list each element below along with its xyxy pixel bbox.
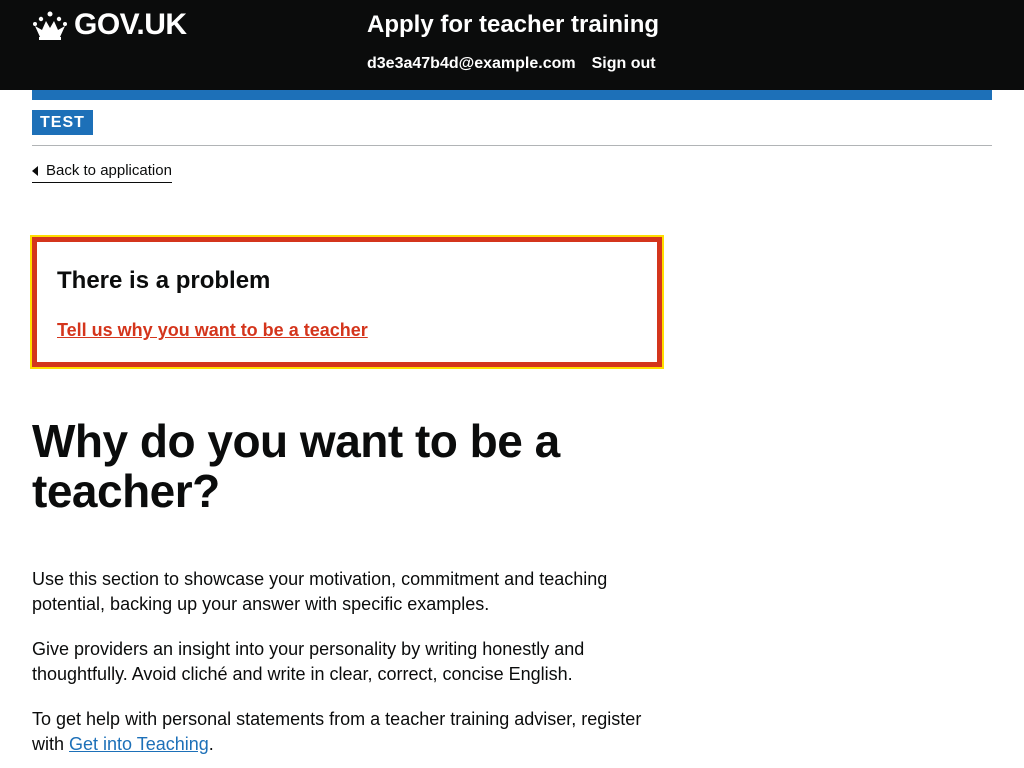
site-header: GOV.UK Apply for teacher training d3e3a4…	[0, 0, 1024, 90]
sign-out-link[interactable]: Sign out	[592, 52, 656, 76]
crown-icon	[33, 11, 67, 40]
error-link-why-teacher[interactable]: Tell us why you want to be a teacher	[57, 318, 368, 342]
logo-text: GOV.UK	[74, 8, 187, 41]
guidance-paragraph-3: To get help with personal statements fro…	[32, 707, 672, 757]
service-name[interactable]: Apply for teacher training	[367, 10, 659, 40]
header-nav: d3e3a47b4d@example.com Sign out	[367, 52, 656, 76]
error-summary-title: There is a problem	[57, 267, 271, 294]
get-into-teaching-link[interactable]: Get into Teaching	[69, 734, 209, 754]
guidance-paragraph-3-end: .	[208, 734, 214, 754]
page-title: Why do you want to be a teacher?	[32, 415, 560, 517]
guidance-paragraph-1: Use this section to showcase your motiva…	[32, 569, 608, 614]
chevron-left-icon	[32, 166, 38, 176]
phase-divider	[32, 145, 992, 146]
back-link-label: Back to application	[46, 162, 172, 179]
govuk-logo-link[interactable]: GOV.UK	[32, 10, 187, 40]
error-summary-box: There is a problem Tell us why you want …	[32, 237, 662, 367]
phase-tag: TEST	[32, 110, 93, 135]
back-link[interactable]: Back to application	[32, 160, 172, 183]
account-email-link[interactable]: d3e3a47b4d@example.com	[367, 52, 576, 76]
header-blue-bar	[32, 90, 992, 100]
guidance-paragraph-2: Give providers an insight into your pers…	[32, 639, 585, 684]
error-summary: There is a problem Tell us why you want …	[30, 235, 664, 369]
